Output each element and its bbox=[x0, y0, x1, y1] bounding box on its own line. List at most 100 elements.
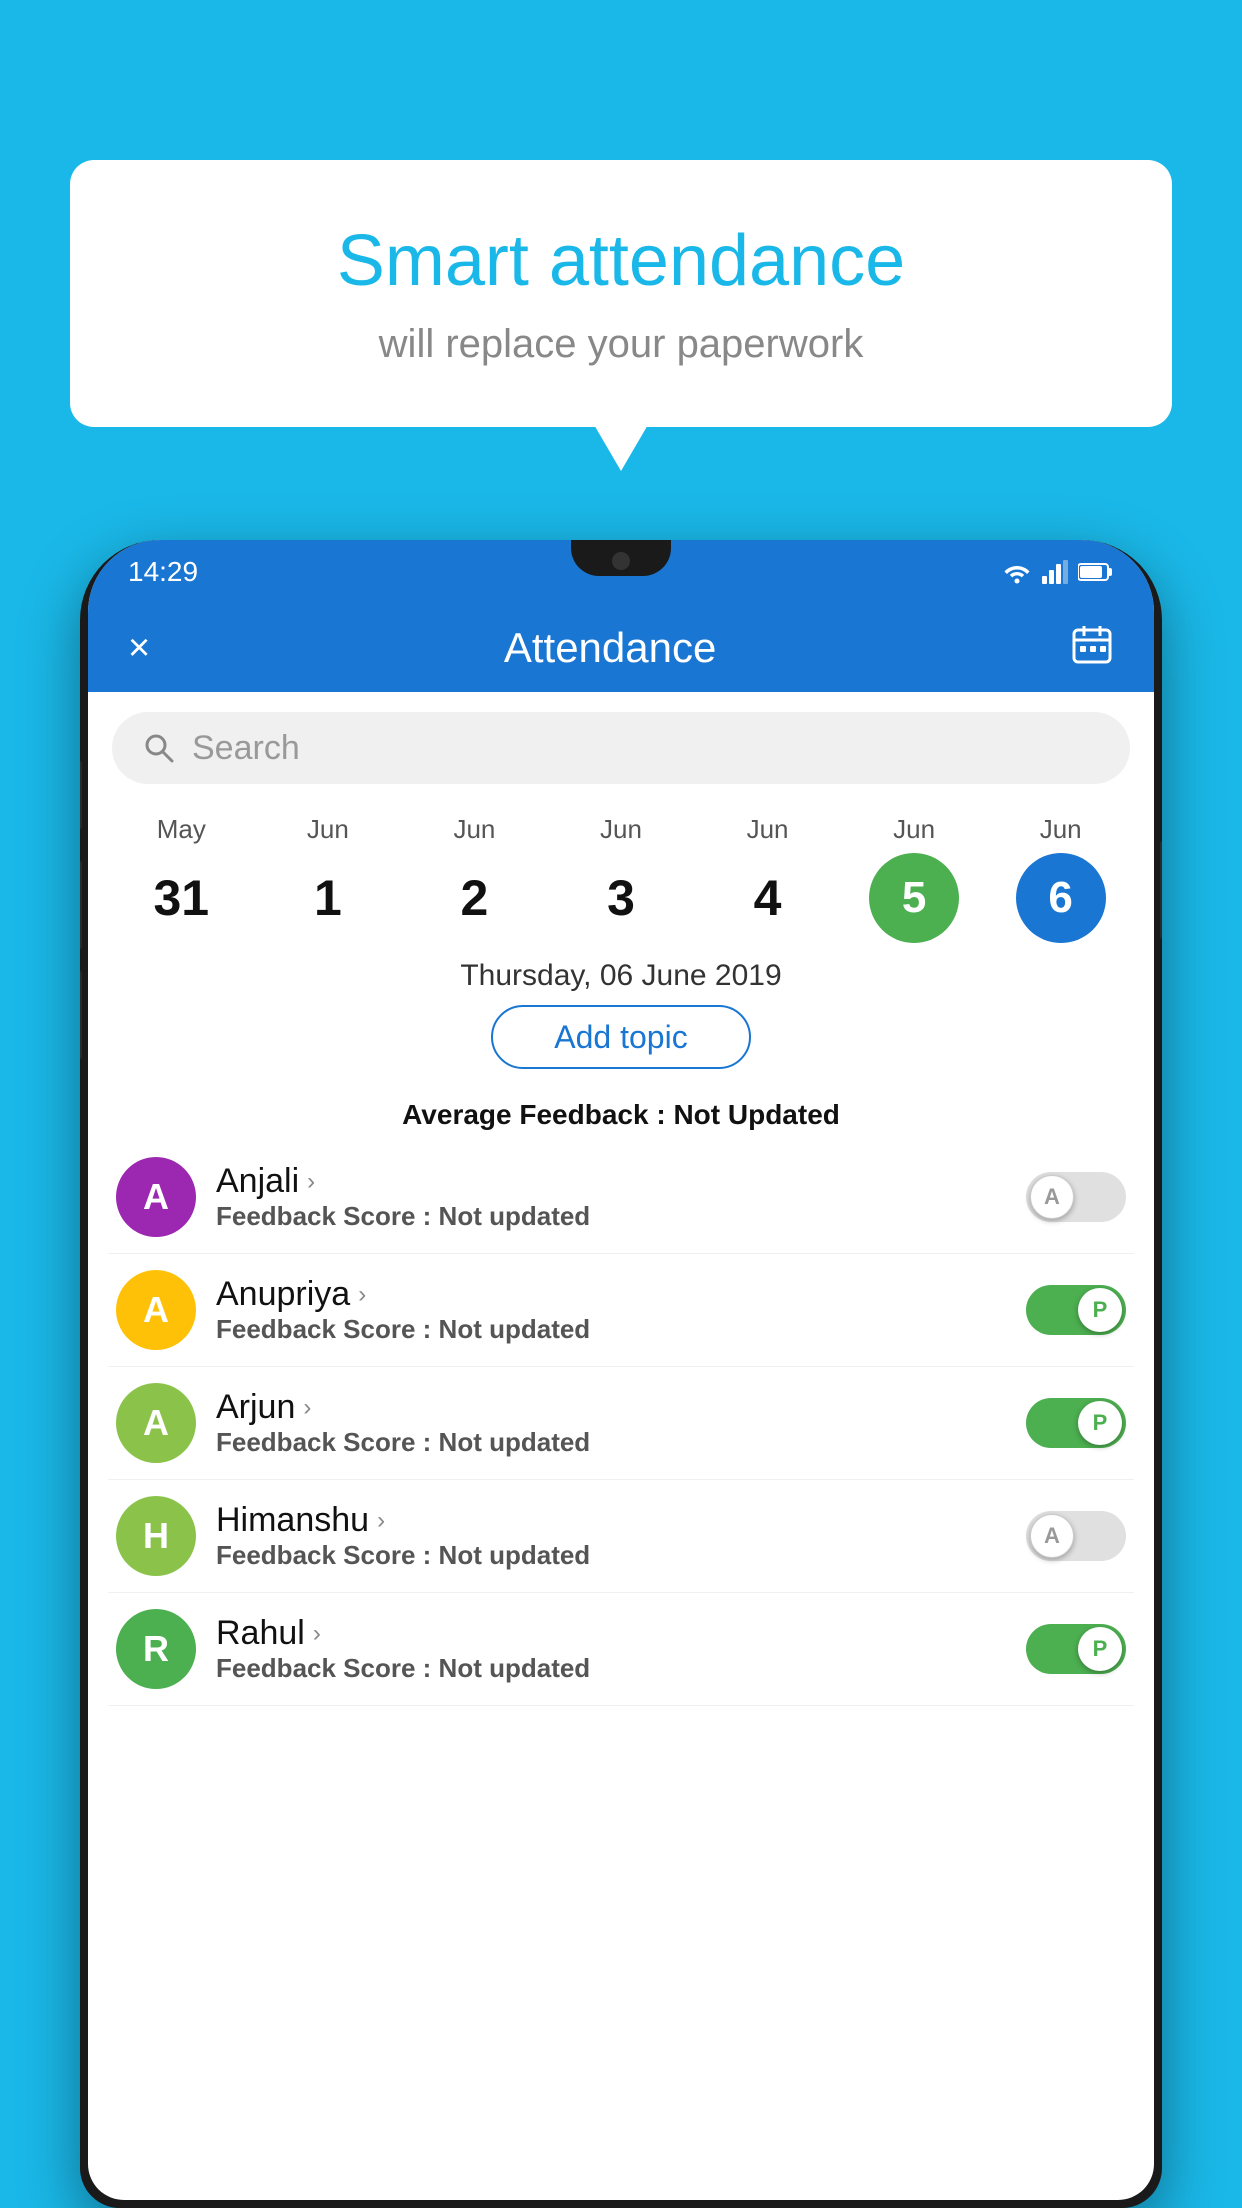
phone-btn-volume-up bbox=[80, 760, 82, 830]
search-placeholder: Search bbox=[192, 729, 300, 768]
student-info: Rahul ›Feedback Score : Not updated bbox=[216, 1614, 1006, 1684]
cal-day-number[interactable]: 3 bbox=[576, 853, 666, 943]
average-feedback: Average Feedback : Not Updated bbox=[88, 1099, 1154, 1131]
student-name-text: Himanshu bbox=[216, 1501, 369, 1540]
camera-notch bbox=[571, 540, 671, 576]
chevron-right-icon: › bbox=[307, 1168, 315, 1196]
header-title: Attendance bbox=[504, 624, 717, 672]
feedback-label: Feedback Score : bbox=[216, 1427, 439, 1457]
student-list-item[interactable]: AAnupriya ›Feedback Score : Not updatedP bbox=[108, 1254, 1134, 1367]
calendar-day-item[interactable]: Jun 3 bbox=[571, 814, 671, 943]
phone-btn-silent bbox=[80, 970, 82, 1060]
phone-btn-volume-down bbox=[80, 860, 82, 950]
status-time: 14:29 bbox=[128, 556, 198, 588]
cal-month-label: Jun bbox=[453, 814, 495, 845]
add-topic-button[interactable]: Add topic bbox=[491, 1005, 751, 1069]
cal-day-number[interactable]: 4 bbox=[723, 853, 813, 943]
student-name: Anjali › bbox=[216, 1162, 1006, 1201]
cal-day-number[interactable]: 5 bbox=[869, 853, 959, 943]
cal-month-label: Jun bbox=[1040, 814, 1082, 845]
cal-month-label: Jun bbox=[307, 814, 349, 845]
phone-frame: 14:29 bbox=[80, 540, 1162, 2208]
student-feedback: Feedback Score : Not updated bbox=[216, 1540, 1006, 1571]
avg-feedback-value: Not Updated bbox=[673, 1099, 839, 1130]
feedback-label: Feedback Score : bbox=[216, 1540, 439, 1570]
student-avatar: A bbox=[116, 1157, 196, 1237]
chevron-right-icon: › bbox=[358, 1281, 366, 1309]
student-avatar: A bbox=[116, 1383, 196, 1463]
student-name-text: Anjali bbox=[216, 1162, 299, 1201]
cal-day-number[interactable]: 6 bbox=[1016, 853, 1106, 943]
cal-month-label: Jun bbox=[747, 814, 789, 845]
calendar-day-item[interactable]: Jun 4 bbox=[718, 814, 818, 943]
student-name: Anupriya › bbox=[216, 1275, 1006, 1314]
bubble-title: Smart attendance bbox=[150, 220, 1092, 302]
feedback-value: Not updated bbox=[439, 1314, 591, 1344]
student-info: Arjun ›Feedback Score : Not updated bbox=[216, 1388, 1006, 1458]
chevron-right-icon: › bbox=[313, 1620, 321, 1648]
phone-btn-power bbox=[1160, 840, 1162, 940]
cal-day-number[interactable]: 2 bbox=[429, 853, 519, 943]
attendance-toggle[interactable]: A bbox=[1026, 1511, 1126, 1561]
cal-month-label: May bbox=[157, 814, 206, 845]
student-list-item[interactable]: HHimanshu ›Feedback Score : Not updatedA bbox=[108, 1480, 1134, 1593]
feedback-value: Not updated bbox=[439, 1540, 591, 1570]
speech-bubble: Smart attendance will replace your paper… bbox=[70, 160, 1172, 427]
student-feedback: Feedback Score : Not updated bbox=[216, 1201, 1006, 1232]
cal-month-label: Jun bbox=[600, 814, 642, 845]
attendance-toggle[interactable]: P bbox=[1026, 1624, 1126, 1674]
feedback-label: Feedback Score : bbox=[216, 1314, 439, 1344]
student-feedback: Feedback Score : Not updated bbox=[216, 1653, 1006, 1684]
student-feedback: Feedback Score : Not updated bbox=[216, 1427, 1006, 1458]
feedback-label: Feedback Score : bbox=[216, 1653, 439, 1683]
wifi-icon bbox=[1002, 560, 1032, 584]
toggle-knob: P bbox=[1078, 1401, 1122, 1445]
calendar-day-item[interactable]: Jun 6 bbox=[1011, 814, 1111, 943]
toggle-knob: A bbox=[1030, 1175, 1074, 1219]
attendance-toggle[interactable]: P bbox=[1026, 1285, 1126, 1335]
student-name: Himanshu › bbox=[216, 1501, 1006, 1540]
chevron-right-icon: › bbox=[377, 1507, 385, 1535]
cal-day-number[interactable]: 31 bbox=[136, 853, 226, 943]
phone-screen: 14:29 bbox=[88, 540, 1154, 2200]
toggle-knob: P bbox=[1078, 1627, 1122, 1671]
signal-icon bbox=[1042, 560, 1068, 584]
attendance-toggle[interactable]: P bbox=[1026, 1398, 1126, 1448]
toggle-knob: P bbox=[1078, 1288, 1122, 1332]
cal-day-number[interactable]: 1 bbox=[283, 853, 373, 943]
student-name: Rahul › bbox=[216, 1614, 1006, 1653]
calendar-day-item[interactable]: Jun5 bbox=[864, 814, 964, 943]
attendance-toggle[interactable]: A bbox=[1026, 1172, 1126, 1222]
battery-icon bbox=[1078, 561, 1114, 583]
feedback-value: Not updated bbox=[439, 1201, 591, 1231]
student-info: Anupriya ›Feedback Score : Not updated bbox=[216, 1275, 1006, 1345]
student-list-item[interactable]: AArjun ›Feedback Score : Not updatedP bbox=[108, 1367, 1134, 1480]
student-list-item[interactable]: RRahul ›Feedback Score : Not updatedP bbox=[108, 1593, 1134, 1706]
student-info: Himanshu ›Feedback Score : Not updated bbox=[216, 1501, 1006, 1571]
calendar-day-item[interactable]: May 31 bbox=[131, 814, 231, 943]
student-name-text: Rahul bbox=[216, 1614, 305, 1653]
close-button[interactable]: × bbox=[128, 627, 150, 670]
calendar-strip: May 31 Jun 1 Jun 2 Jun 3 Jun 4 Jun5 Jun 6 bbox=[88, 804, 1154, 943]
student-avatar: R bbox=[116, 1609, 196, 1689]
feedback-label: Feedback Score : bbox=[216, 1201, 439, 1231]
search-bar[interactable]: Search bbox=[112, 712, 1130, 784]
student-name: Arjun › bbox=[216, 1388, 1006, 1427]
student-list-item[interactable]: AAnjali ›Feedback Score : Not updatedA bbox=[108, 1141, 1134, 1254]
student-name-text: Arjun bbox=[216, 1388, 295, 1427]
calendar-day-item[interactable]: Jun 2 bbox=[424, 814, 524, 943]
student-list: AAnjali ›Feedback Score : Not updatedAAA… bbox=[88, 1141, 1154, 1706]
toggle-knob: A bbox=[1030, 1514, 1074, 1558]
bubble-subtitle: will replace your paperwork bbox=[150, 322, 1092, 367]
calendar-day-item[interactable]: Jun 1 bbox=[278, 814, 378, 943]
student-info: Anjali ›Feedback Score : Not updated bbox=[216, 1162, 1006, 1232]
student-avatar: H bbox=[116, 1496, 196, 1576]
calendar-icon[interactable] bbox=[1070, 622, 1114, 675]
selected-date-label: Thursday, 06 June 2019 bbox=[88, 943, 1154, 1005]
status-icons bbox=[1002, 560, 1114, 584]
student-name-text: Anupriya bbox=[216, 1275, 350, 1314]
avg-feedback-label: Average Feedback : bbox=[402, 1099, 673, 1130]
student-feedback: Feedback Score : Not updated bbox=[216, 1314, 1006, 1345]
student-avatar: A bbox=[116, 1270, 196, 1350]
chevron-right-icon: › bbox=[303, 1394, 311, 1422]
